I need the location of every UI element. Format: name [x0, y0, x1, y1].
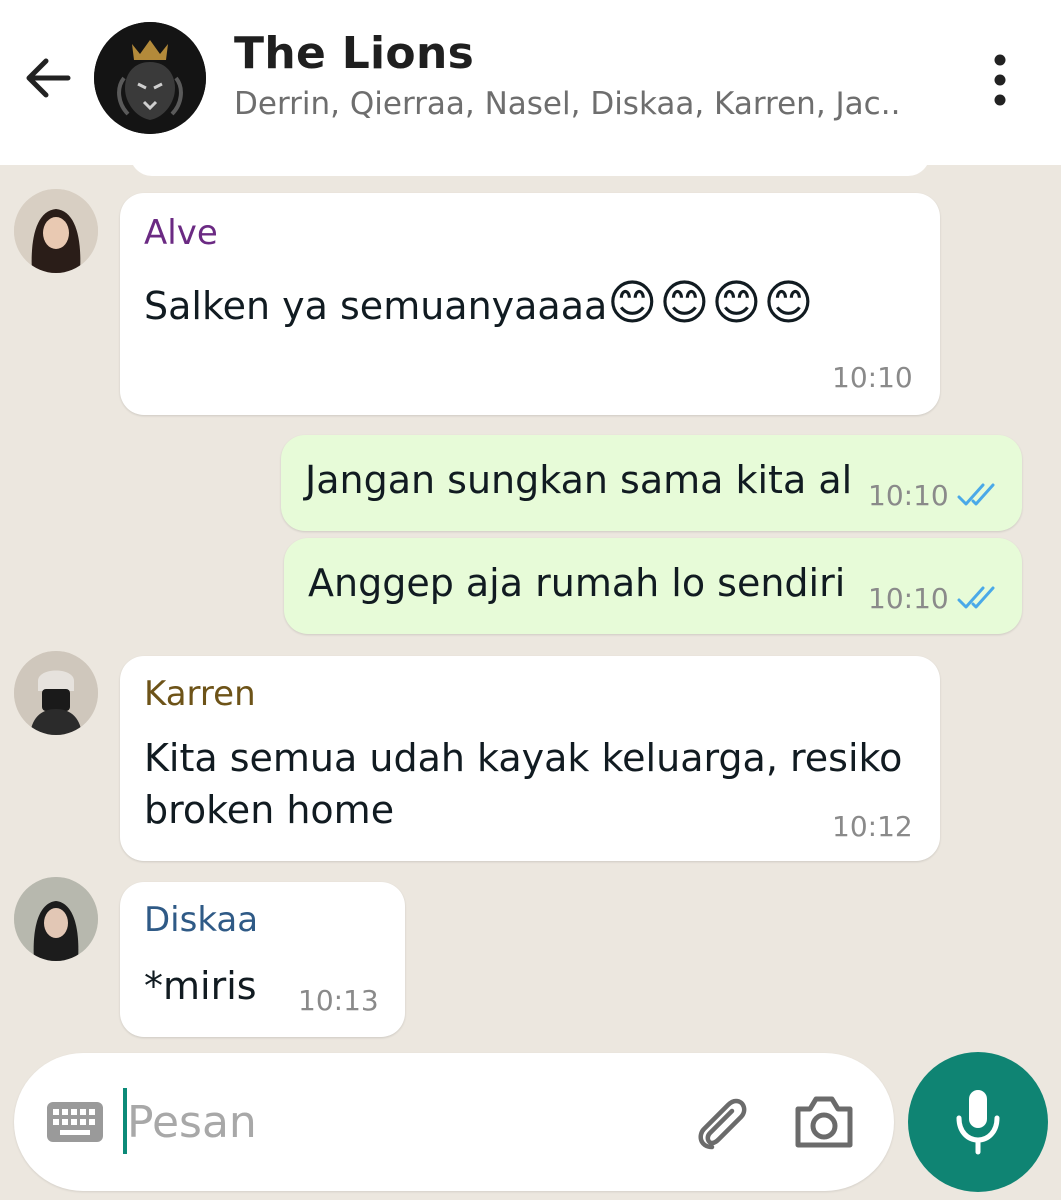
- group-members-subtitle[interactable]: Derrin, Qierraa, Nasel, Diskaa, Karren, …: [234, 86, 900, 122]
- message-bubble[interactable]: Diskaa *miris 10:13: [120, 882, 405, 1037]
- sender-name: Karren: [144, 674, 256, 714]
- sender-name: Diskaa: [144, 900, 259, 940]
- message-text-content: Salken ya semuanyaaaa: [144, 284, 608, 328]
- avatar-karren[interactable]: [14, 651, 98, 735]
- message-text: Anggep aja rumah lo sendiri: [308, 561, 846, 605]
- double-check-icon: [957, 584, 1001, 612]
- message-bubble[interactable]: Karren Kita semua udah kayak keluarga, r…: [120, 656, 940, 861]
- paperclip-icon[interactable]: [688, 1091, 752, 1155]
- message-bubble-outgoing[interactable]: Jangan sungkan sama kita al 10:10: [281, 435, 1022, 531]
- group-title[interactable]: The Lions: [234, 28, 474, 79]
- sender-name: Alve: [144, 213, 218, 253]
- message-text: Salken ya semuanyaaaa😊😊😊😊: [144, 277, 815, 332]
- message-time: 10:10: [868, 479, 949, 512]
- more-vert-icon[interactable]: [984, 52, 1016, 108]
- group-avatar[interactable]: [94, 22, 206, 134]
- message-input-bar[interactable]: Pesan: [14, 1053, 894, 1191]
- voice-message-button[interactable]: [908, 1052, 1048, 1192]
- message-bubble[interactable]: Alve Salken ya semuanyaaaa😊😊😊😊 10:10: [120, 193, 940, 415]
- message-bubble-outgoing[interactable]: Anggep aja rumah lo sendiri 10:10: [284, 538, 1022, 634]
- avatar-alve[interactable]: [14, 189, 98, 273]
- message-text: Jangan sungkan sama kita al: [305, 458, 853, 502]
- message-text: *miris: [144, 964, 257, 1008]
- message-text-line-2: broken home: [144, 788, 395, 832]
- message-time: 10:13: [298, 984, 379, 1017]
- avatar-diskaa[interactable]: [14, 877, 98, 961]
- message-text-line-1: Kita semua udah kayak keluarga, resiko: [144, 736, 903, 780]
- message-time: 10:10: [832, 361, 913, 394]
- message-input[interactable]: Pesan: [127, 1097, 257, 1148]
- camera-icon[interactable]: [792, 1093, 856, 1151]
- message-time: 10:12: [832, 810, 913, 843]
- message-time: 10:10: [868, 582, 949, 615]
- back-arrow-icon[interactable]: [22, 56, 74, 100]
- chat-header: The Lions Derrin, Qierraa, Nasel, Diskaa…: [0, 0, 1061, 165]
- double-check-icon: [957, 481, 1001, 509]
- smile-emoji: 😊😊😊😊: [607, 275, 816, 331]
- mic-icon: [954, 1088, 1002, 1156]
- keyboard-icon[interactable]: [46, 1101, 104, 1143]
